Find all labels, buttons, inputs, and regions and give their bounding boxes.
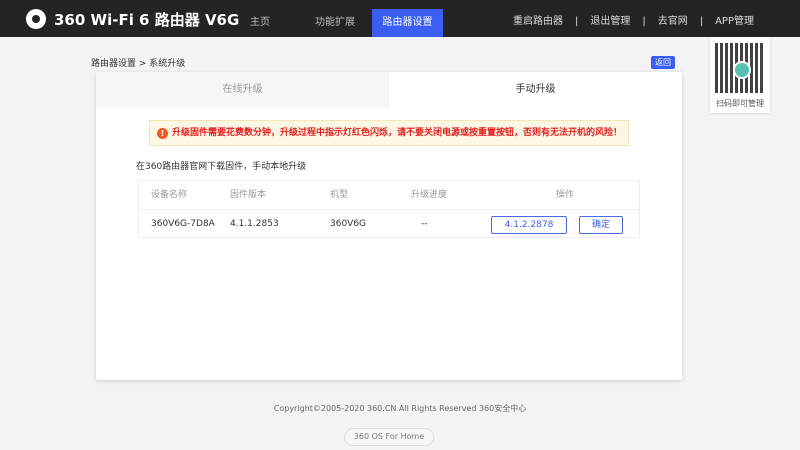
device-table: 设备名称 固件版本 机型 升级进度 操作 360V6G-7D8A 4.1.1.2… [138, 180, 640, 238]
nav-router-settings[interactable]: 路由器设置 [372, 9, 443, 37]
col-device: 设备名称 [151, 190, 188, 200]
warning-text: 升级固件需要花费数分钟，升级过程中指示灯红色闪烁，请不要关闭电源或按重置按钮，否… [172, 128, 623, 138]
model: 360V6G [330, 219, 367, 229]
col-actions: 操作 [556, 190, 575, 200]
nav-extensions[interactable]: 功能扩展 [305, 9, 365, 37]
warning-icon: ! [157, 128, 168, 139]
qr-popup: 扫码即可管理 [710, 37, 770, 113]
right-links: 重启路由器 | 退出管理 | 去官网 | APP管理 [507, 12, 760, 27]
official-site-link[interactable]: 去官网 [658, 16, 688, 27]
col-firmware: 固件版本 [230, 190, 267, 200]
col-progress: 升级进度 [411, 190, 448, 200]
qr-caption: 扫码即可管理 [716, 99, 764, 108]
tab-online-upgrade[interactable]: 在线升级 [96, 72, 389, 108]
firmware-version: 4.1.1.2853 [230, 219, 279, 229]
device-name: 360V6G-7D8A [151, 219, 215, 229]
col-model: 机型 [330, 190, 349, 200]
separator: | [642, 16, 646, 27]
copyright: Copyright©2005-2020 360.CN All Rights Re… [273, 404, 527, 413]
breadcrumb: 路由器设置 > 系统升级 [91, 59, 186, 69]
description: 在360路由器官网下载固件，手动本地升级 [136, 162, 307, 172]
table-header: 设备名称 固件版本 机型 升级进度 操作 [139, 181, 639, 210]
progress: -- [421, 219, 428, 229]
back-button[interactable]: 返回 [651, 56, 675, 69]
logout-link[interactable]: 退出管理 [590, 16, 630, 27]
confirm-button[interactable]: 确定 [579, 216, 623, 234]
app-manage-link[interactable]: APP管理 [715, 16, 754, 27]
upgrade-panel: 在线升级 手动升级 ! 升级固件需要花费数分钟，升级过程中指示灯红色闪烁，请不要关… [96, 72, 682, 380]
nav-home[interactable]: 主页 [240, 9, 280, 37]
separator: | [574, 16, 579, 27]
brand-title: 360 Wi-Fi 6 路由器 V6G [54, 11, 240, 29]
logo-icon [26, 9, 46, 29]
top-bar: 360 Wi-Fi 6 路由器 V6G 主页 功能扩展 路由器设置 重启路由器 |… [0, 0, 800, 37]
firmware-file-button[interactable]: 4.1.2.2878 [491, 216, 567, 234]
qr-code-icon [715, 43, 765, 93]
warning-banner: ! 升级固件需要花费数分钟，升级过程中指示灯红色闪烁，请不要关闭电源或按重置按钮，… [149, 120, 629, 146]
tab-manual-upgrade[interactable]: 手动升级 [389, 72, 682, 108]
os-badge: 360 OS For Home [344, 428, 434, 446]
separator: | [699, 16, 704, 27]
restart-router-link[interactable]: 重启路由器 [513, 16, 563, 27]
table-row: 360V6G-7D8A 4.1.1.2853 360V6G -- 4.1.2.2… [139, 210, 639, 239]
